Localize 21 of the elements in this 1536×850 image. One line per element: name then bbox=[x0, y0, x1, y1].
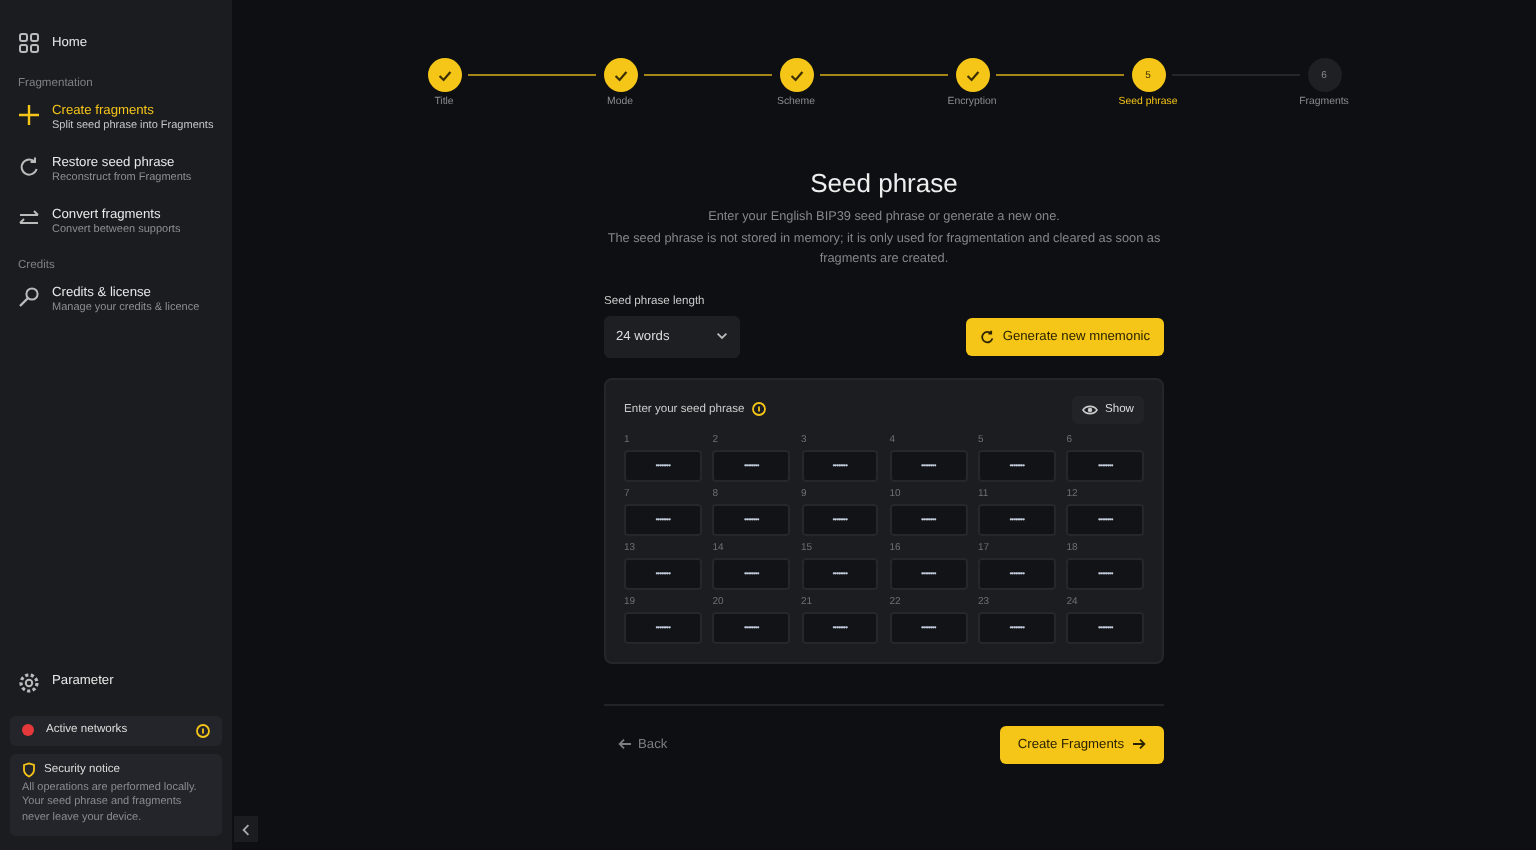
info-icon bbox=[196, 723, 210, 737]
refresh-icon bbox=[980, 329, 995, 343]
swap-icon bbox=[18, 208, 40, 230]
info-icon bbox=[752, 402, 767, 416]
chevron-down-icon bbox=[716, 332, 728, 340]
chevron-left-icon bbox=[242, 823, 250, 835]
check-icon bbox=[789, 69, 803, 81]
refresh-icon bbox=[18, 156, 40, 178]
arrow-right-icon bbox=[1132, 738, 1146, 750]
check-icon bbox=[965, 69, 979, 81]
collapse-button[interactable] bbox=[234, 816, 258, 842]
magnifier-icon bbox=[18, 286, 40, 308]
check-icon bbox=[613, 69, 627, 81]
eye-icon bbox=[1082, 403, 1099, 415]
page-title: Seed phrase bbox=[808, 168, 960, 198]
gear-icon bbox=[18, 671, 40, 693]
plus-icon bbox=[18, 104, 40, 126]
check-icon bbox=[437, 69, 451, 81]
arrow-left-icon bbox=[618, 738, 632, 750]
grid-icon bbox=[18, 32, 40, 54]
shield-icon bbox=[22, 761, 36, 777]
